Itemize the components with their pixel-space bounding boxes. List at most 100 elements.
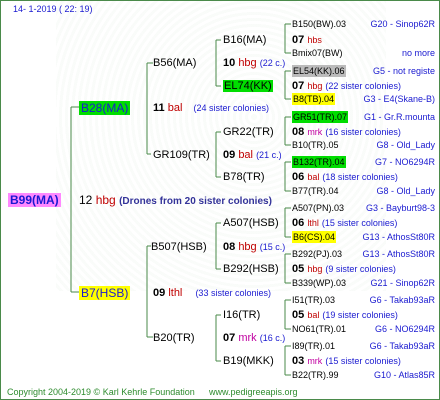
g4-queen-11: B292(PJ).03: [292, 249, 343, 259]
g3-7-gen-number: 05: [292, 309, 305, 321]
g2-3-race: hbg: [238, 241, 257, 253]
dam-queen-name: B7(HSB): [79, 286, 131, 300]
g2-queen-2-gen: 09 bal (21 c.): [223, 149, 282, 161]
g3-2-note: (22 sister colonies): [325, 81, 401, 91]
g2-queen-3-gen: 08 hbg (15 c.): [223, 241, 285, 253]
g4-queen-16: B22(TR).99: [292, 370, 339, 380]
root-generation: 12 hbg (Drones from 20 sister colonies): [79, 194, 272, 208]
date-stamp: 14- 1-2019 ( 22: 19): [13, 4, 93, 14]
g2-queen-4: B20(TR): [153, 332, 195, 344]
g3-7-gen: 05 bal (19 sister colonies): [292, 309, 398, 321]
g4-info-6: G8 - Old_Lady: [376, 140, 435, 150]
dam-race: lthl: [168, 287, 183, 299]
g3-queen-5: A507(HSB): [223, 217, 279, 229]
g3-4-race: bal: [307, 172, 320, 182]
g3-1-gen: 07 hbs: [292, 34, 322, 46]
g4-queen-8: B77(TR).04: [292, 186, 339, 196]
g2-3-note: (15 c.): [259, 242, 286, 252]
g4-info-12: G21 - Sinop62R: [370, 278, 435, 288]
g4-info-4: G3 - E4(Skane-B): [363, 94, 435, 104]
dam-sister-note: (33 sister colonies): [195, 288, 271, 298]
g4-queen-4: B8(TB).04: [292, 93, 336, 105]
copyright-text: Copyright 2004-2019 © Karl Kehrle Founda…: [7, 387, 195, 397]
pedigree-frame: 14- 1-2019 ( 22: 19) B99(MA) 12 hbg (Dro…: [0, 0, 440, 400]
g4-queen-13: I51(TR).03: [292, 295, 336, 305]
g2-2-note: (21 c.): [256, 150, 282, 160]
g4-queen-7: B132(TR).04: [292, 156, 346, 168]
g3-7-race: bal: [307, 310, 320, 320]
g2-4-race: mrk: [238, 332, 257, 344]
g4-info-2: no more: [401, 48, 435, 58]
g3-4-gen-number: 06: [292, 171, 305, 183]
g3-6-note: (9 sister colonies): [325, 264, 396, 274]
g3-6-gen: 05 hbg (9 sister colonies): [292, 263, 396, 275]
g4-queen-9: A507(PN).03: [292, 203, 345, 213]
g2-3-gen-number: 08: [223, 241, 236, 253]
g3-4-note: (18 sister colonies): [322, 172, 398, 182]
g4-queen-2: Bmix07(BW): [292, 48, 343, 58]
g4-info-9: G3 - Bayburt98-3: [365, 203, 435, 213]
sire-race: bal: [167, 102, 183, 114]
g3-7-note: (19 sister colonies): [322, 310, 398, 320]
g3-2-gen-number: 07: [292, 80, 305, 92]
g4-queen-3: EL54(KK).06: [292, 65, 346, 77]
g3-5-gen-number: 06: [292, 217, 305, 229]
root-drone-note: (Drones from 20 sister colonies): [119, 196, 272, 207]
g3-2-race: hbg: [307, 81, 323, 91]
g4-info-10: G13 - AthosSt80R: [362, 232, 435, 242]
g3-1-gen-number: 07: [292, 34, 305, 46]
g3-queen-7: I16(TR): [223, 309, 261, 321]
g3-5-note: (15 sister colonies): [321, 218, 398, 228]
g4-info-14: G6 - NO6294R: [374, 324, 435, 334]
dam-generation: 09 lthl (33 sister colonies): [153, 287, 271, 299]
g3-1-race: hbs: [307, 35, 322, 45]
g3-2-gen: 07 hbg (22 sister colonies): [292, 80, 401, 92]
g3-queen-3: GR22(TR): [223, 126, 274, 138]
g3-8-note: (15 sister colonies): [325, 356, 401, 366]
g3-8-gen: 03 mrk (15 sister colonies): [292, 355, 401, 367]
g2-1-note: (22 c.): [259, 58, 286, 68]
g3-3-gen-number: 08: [292, 126, 305, 138]
g4-info-3: G5 - not registe: [372, 66, 435, 76]
g4-info-16: G10 - Atlas85R: [373, 370, 435, 380]
g2-queen-4-gen: 07 mrk (16 c.): [223, 332, 285, 344]
g2-queen-3: B507(HSB): [151, 241, 207, 253]
g4-info-7: G7 - NO6294R: [374, 157, 435, 167]
g4-info-11: G13 - AthosSt80R: [362, 249, 435, 259]
g3-3-gen: 08 mrk (16 sister colonies): [292, 126, 401, 138]
g2-queen-1: B56(MA): [153, 57, 197, 69]
g2-2-race: bal: [238, 149, 253, 161]
sire-gen-number: 11: [153, 102, 165, 114]
g3-queen-8: B19(MKK): [223, 355, 274, 367]
g3-3-race: mrk: [307, 127, 323, 137]
g2-queen-2: GR109(TR): [153, 149, 210, 161]
g4-queen-1: B150(BW).03: [292, 19, 347, 29]
g3-queen-6: B292(HSB): [223, 263, 279, 275]
root-gen-number: 12: [79, 193, 93, 207]
g3-queen-2: EL74(KK): [223, 80, 273, 92]
g2-1-race: hbg: [238, 57, 257, 69]
g4-queen-14: NO61(TR).01: [292, 324, 347, 334]
root-queen-name: B99(MA): [8, 193, 61, 207]
g3-4-gen: 06 bal (18 sister colonies): [292, 171, 398, 183]
root-race: hbg: [95, 193, 116, 207]
footer-url[interactable]: www.pedigreeapis.org: [209, 386, 298, 398]
g2-1-gen-number: 10: [223, 57, 236, 69]
g4-queen-6: B10(TR).05: [292, 140, 339, 150]
g3-8-gen-number: 03: [292, 355, 305, 367]
sire-sister-note: (24 sister colonies): [193, 103, 269, 113]
sire-generation: 11 bal (24 sister colonies): [153, 102, 269, 114]
dam-gen-number: 09: [153, 287, 166, 299]
g4-info-5: G1 - Gr.R.mounta: [363, 112, 435, 122]
g2-queen-1-gen: 10 hbg (22 c.): [223, 57, 285, 69]
g4-queen-10: B6(CS).04: [292, 231, 337, 243]
g4-info-1: G20 - Sinop62R: [370, 19, 435, 29]
g3-6-race: hbg: [307, 264, 323, 274]
g4-info-15: G6 - Takab93aR: [369, 341, 435, 351]
g2-4-gen-number: 07: [223, 332, 236, 344]
g2-4-note: (16 c.): [259, 333, 286, 343]
g3-3-note: (16 sister colonies): [325, 127, 401, 137]
g3-5-gen: 06 lthl (15 sister colonies): [292, 217, 397, 229]
g4-queen-5: GR51(TR).07: [292, 111, 349, 123]
g4-queen-12: B339(WP).03: [292, 278, 347, 288]
